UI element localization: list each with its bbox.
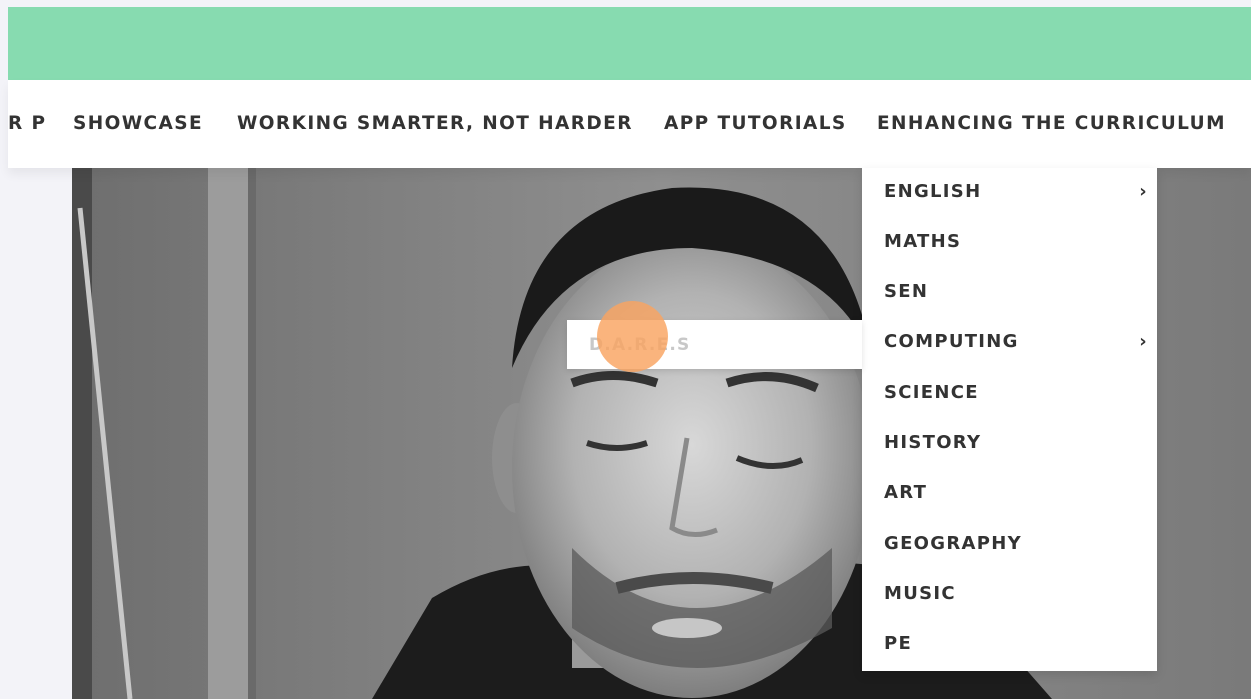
nav-item-app-tutorials[interactable]: APP TUTORIALS [664,113,847,134]
dropdown-item-label: ENGLISH [884,181,982,202]
dropdown-item-history[interactable]: HISTORY [884,428,1154,458]
nav-item-showcase[interactable]: SHOWCASE [73,113,203,134]
dropdown-item-label: MATHS [884,231,962,252]
chevron-right-icon: › [1139,331,1148,352]
dropdown-item-label: GEOGRAPHY [884,533,1022,554]
header-bar [8,7,1251,80]
main-nav: R P SHOWCASE WORKING SMARTER, NOT HARDER… [8,80,1251,168]
dropdown-item-english[interactable]: ENGLISH › [884,177,1154,207]
chevron-right-icon: › [1139,181,1148,202]
nav-item-enhancing-curriculum[interactable]: ENHANCING THE CURRICULUM [877,113,1226,134]
dropdown-item-label: MUSIC [884,583,956,604]
computing-submenu: D.A.R.E.S [567,320,862,369]
nav-item-working-smarter[interactable]: WORKING SMARTER, NOT HARDER [237,113,633,134]
dropdown-item-science[interactable]: SCIENCE [884,378,1154,408]
dropdown-item-label: SCIENCE [884,382,979,403]
dropdown-item-computing[interactable]: COMPUTING › [884,327,1154,357]
dropdown-item-sen[interactable]: SEN [884,277,1154,307]
dropdown-item-label: SEN [884,281,929,302]
submenu-item-dares[interactable]: D.A.R.E.S [589,330,690,360]
dropdown-item-geography[interactable]: GEOGRAPHY [884,529,1154,559]
nav-item-partial[interactable]: R P [8,113,46,134]
dropdown-item-maths[interactable]: MATHS [884,227,1154,257]
dropdown-item-music[interactable]: MUSIC [884,579,1154,609]
curriculum-dropdown-menu: ENGLISH › MATHS SEN COMPUTING › SCIENCE … [862,168,1157,671]
dropdown-item-pe[interactable]: PE [884,629,1154,659]
dropdown-item-label: HISTORY [884,432,982,453]
dropdown-item-art[interactable]: ART [884,478,1154,508]
dropdown-item-label: COMPUTING [884,331,1019,352]
dropdown-item-label: PE [884,633,913,654]
dropdown-item-label: ART [884,482,928,503]
